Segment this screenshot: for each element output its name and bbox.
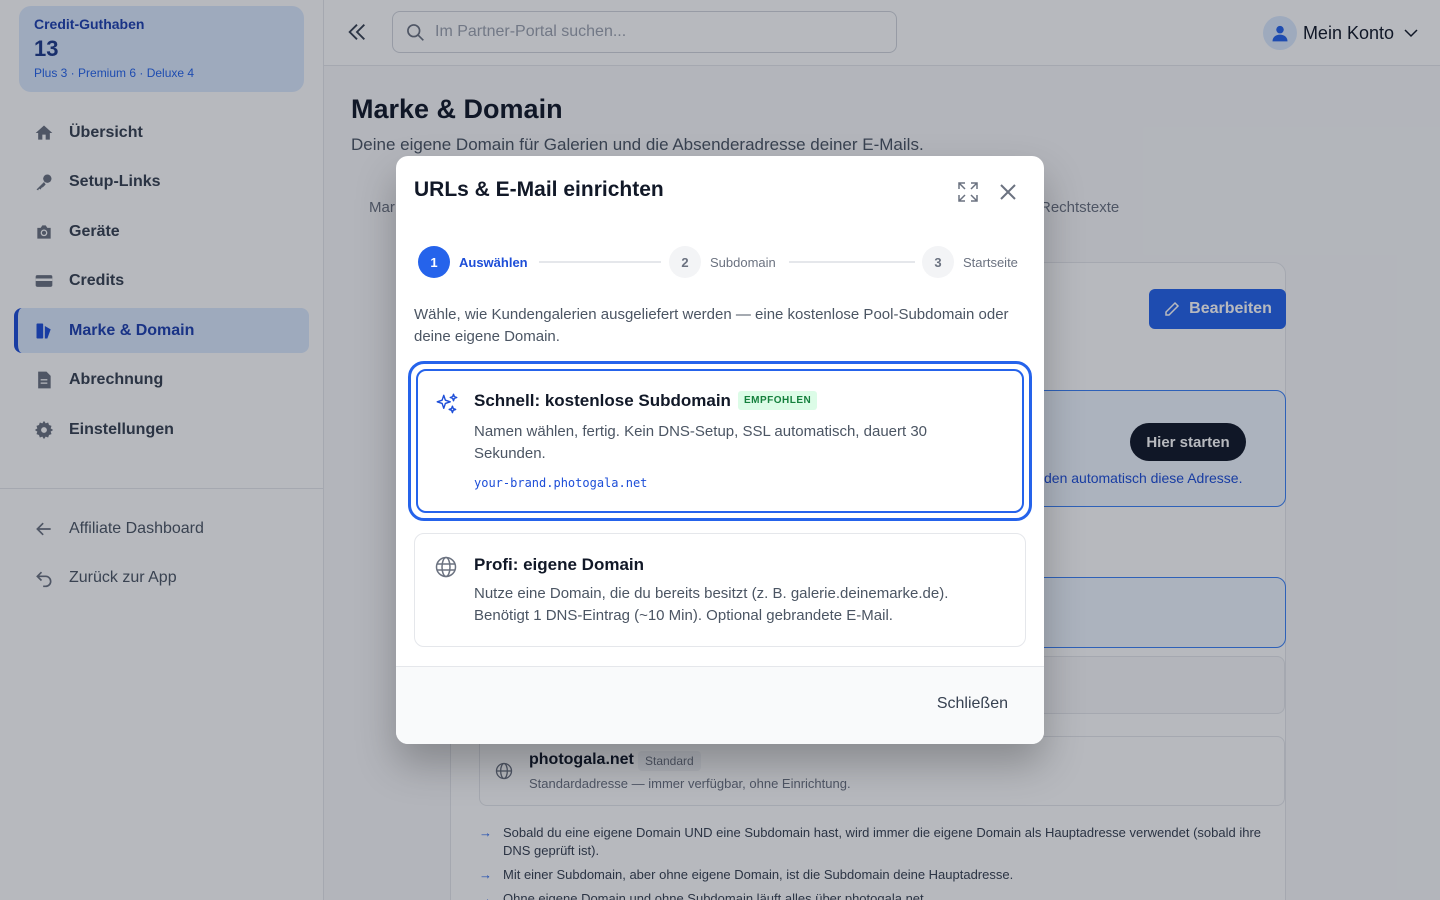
step-subdomain[interactable]: 2 Subdomain xyxy=(669,246,776,278)
stepper: 1 Auswählen 2 Subdomain 3 Startseite xyxy=(418,246,1023,278)
option-title: Profi: eigene Domain xyxy=(474,555,645,574)
step-number: 2 xyxy=(669,246,701,278)
sparkles-icon xyxy=(434,391,460,422)
option-card: Schnell: kostenlose Subdomain EMPFOHLEN … xyxy=(416,369,1024,513)
expand-button[interactable] xyxy=(956,180,980,204)
modal-intro: Wähle, wie Kundengalerien ausgeliefert w… xyxy=(414,306,1009,345)
option-free-subdomain[interactable]: Schnell: kostenlose Subdomain EMPFOHLEN … xyxy=(408,361,1032,521)
step-select[interactable]: 1 Auswählen xyxy=(418,246,528,278)
modal-title: URLs & E-Mail einrichten xyxy=(414,178,664,201)
example-subdomain: your-brand.photogala.net xyxy=(474,476,648,490)
step-number: 1 xyxy=(418,246,450,278)
step-number: 3 xyxy=(922,246,954,278)
modal-footer: Schließen xyxy=(396,666,1044,744)
step-connector xyxy=(789,261,915,263)
expand-icon xyxy=(958,182,978,202)
step-label: Auswählen xyxy=(459,254,528,270)
setup-modal: URLs & E-Mail einrichten 1 Auswählen 2 S… xyxy=(396,156,1044,744)
close-button[interactable]: Schließen xyxy=(937,695,1008,713)
step-homepage[interactable]: 3 Startseite xyxy=(922,246,1018,278)
step-connector xyxy=(539,261,661,263)
option-description: Namen wählen, fertig. Kein DNS-Setup, SS… xyxy=(474,423,928,462)
recommended-badge: EMPFOHLEN xyxy=(738,391,818,410)
close-icon xyxy=(1000,184,1016,200)
globe-icon xyxy=(434,555,458,584)
close-modal-button[interactable] xyxy=(996,180,1020,204)
step-label: Startseite xyxy=(963,254,1018,270)
option-title: Schnell: kostenlose Subdomain xyxy=(474,391,731,410)
step-label: Subdomain xyxy=(710,254,776,270)
option-custom-domain[interactable]: Profi: eigene Domain Nutze eine Domain, … xyxy=(414,533,1026,647)
option-description: Nutze eine Domain, die du bereits besitz… xyxy=(474,585,949,624)
